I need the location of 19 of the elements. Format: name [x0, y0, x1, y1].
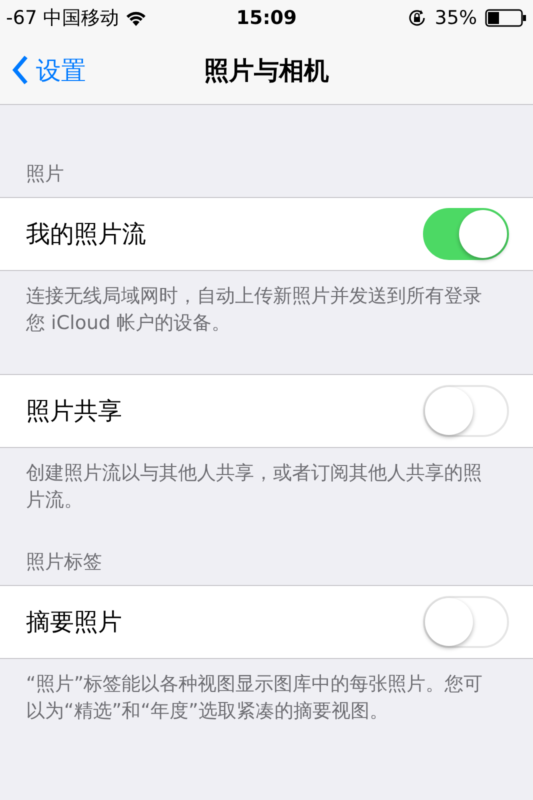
section-footer: “照片”标签能以各种视图显示图库中的每张照片。您可以为“精选”和“年度”选取紧凑的摘要视图。 [0, 659, 533, 725]
section-header: 照片 [25, 162, 65, 187]
section-footer: 连接无线局域网时，自动上传新照片并发送到所有登录您 iCloud 帐户的设备。 [0, 271, 533, 336]
section-footer: 创建照片流以与其他人共享，或者订阅其他人共享的照片流。 [0, 448, 533, 514]
toggle-switch[interactable] [423, 208, 509, 260]
section-header: 照片标签 [25, 550, 103, 576]
setting-label: 我的照片流 [26, 219, 146, 250]
setting-label: 摘要照片 [26, 607, 122, 638]
chevron-left-icon [12, 55, 28, 85]
battery-percent: 35% [434, 7, 478, 29]
signal-strength: -67 [6, 7, 38, 29]
rotation-lock-icon [406, 8, 427, 28]
battery-icon [485, 9, 528, 27]
back-button[interactable]: 设置 [0, 54, 98, 86]
page-title: 照片与相机 [204, 54, 329, 86]
wifi-icon [125, 10, 148, 26]
clock-time: 15:09 [236, 7, 297, 29]
setting-label: 照片共享 [26, 396, 122, 428]
carrier-name: 中国移动 [43, 6, 120, 31]
